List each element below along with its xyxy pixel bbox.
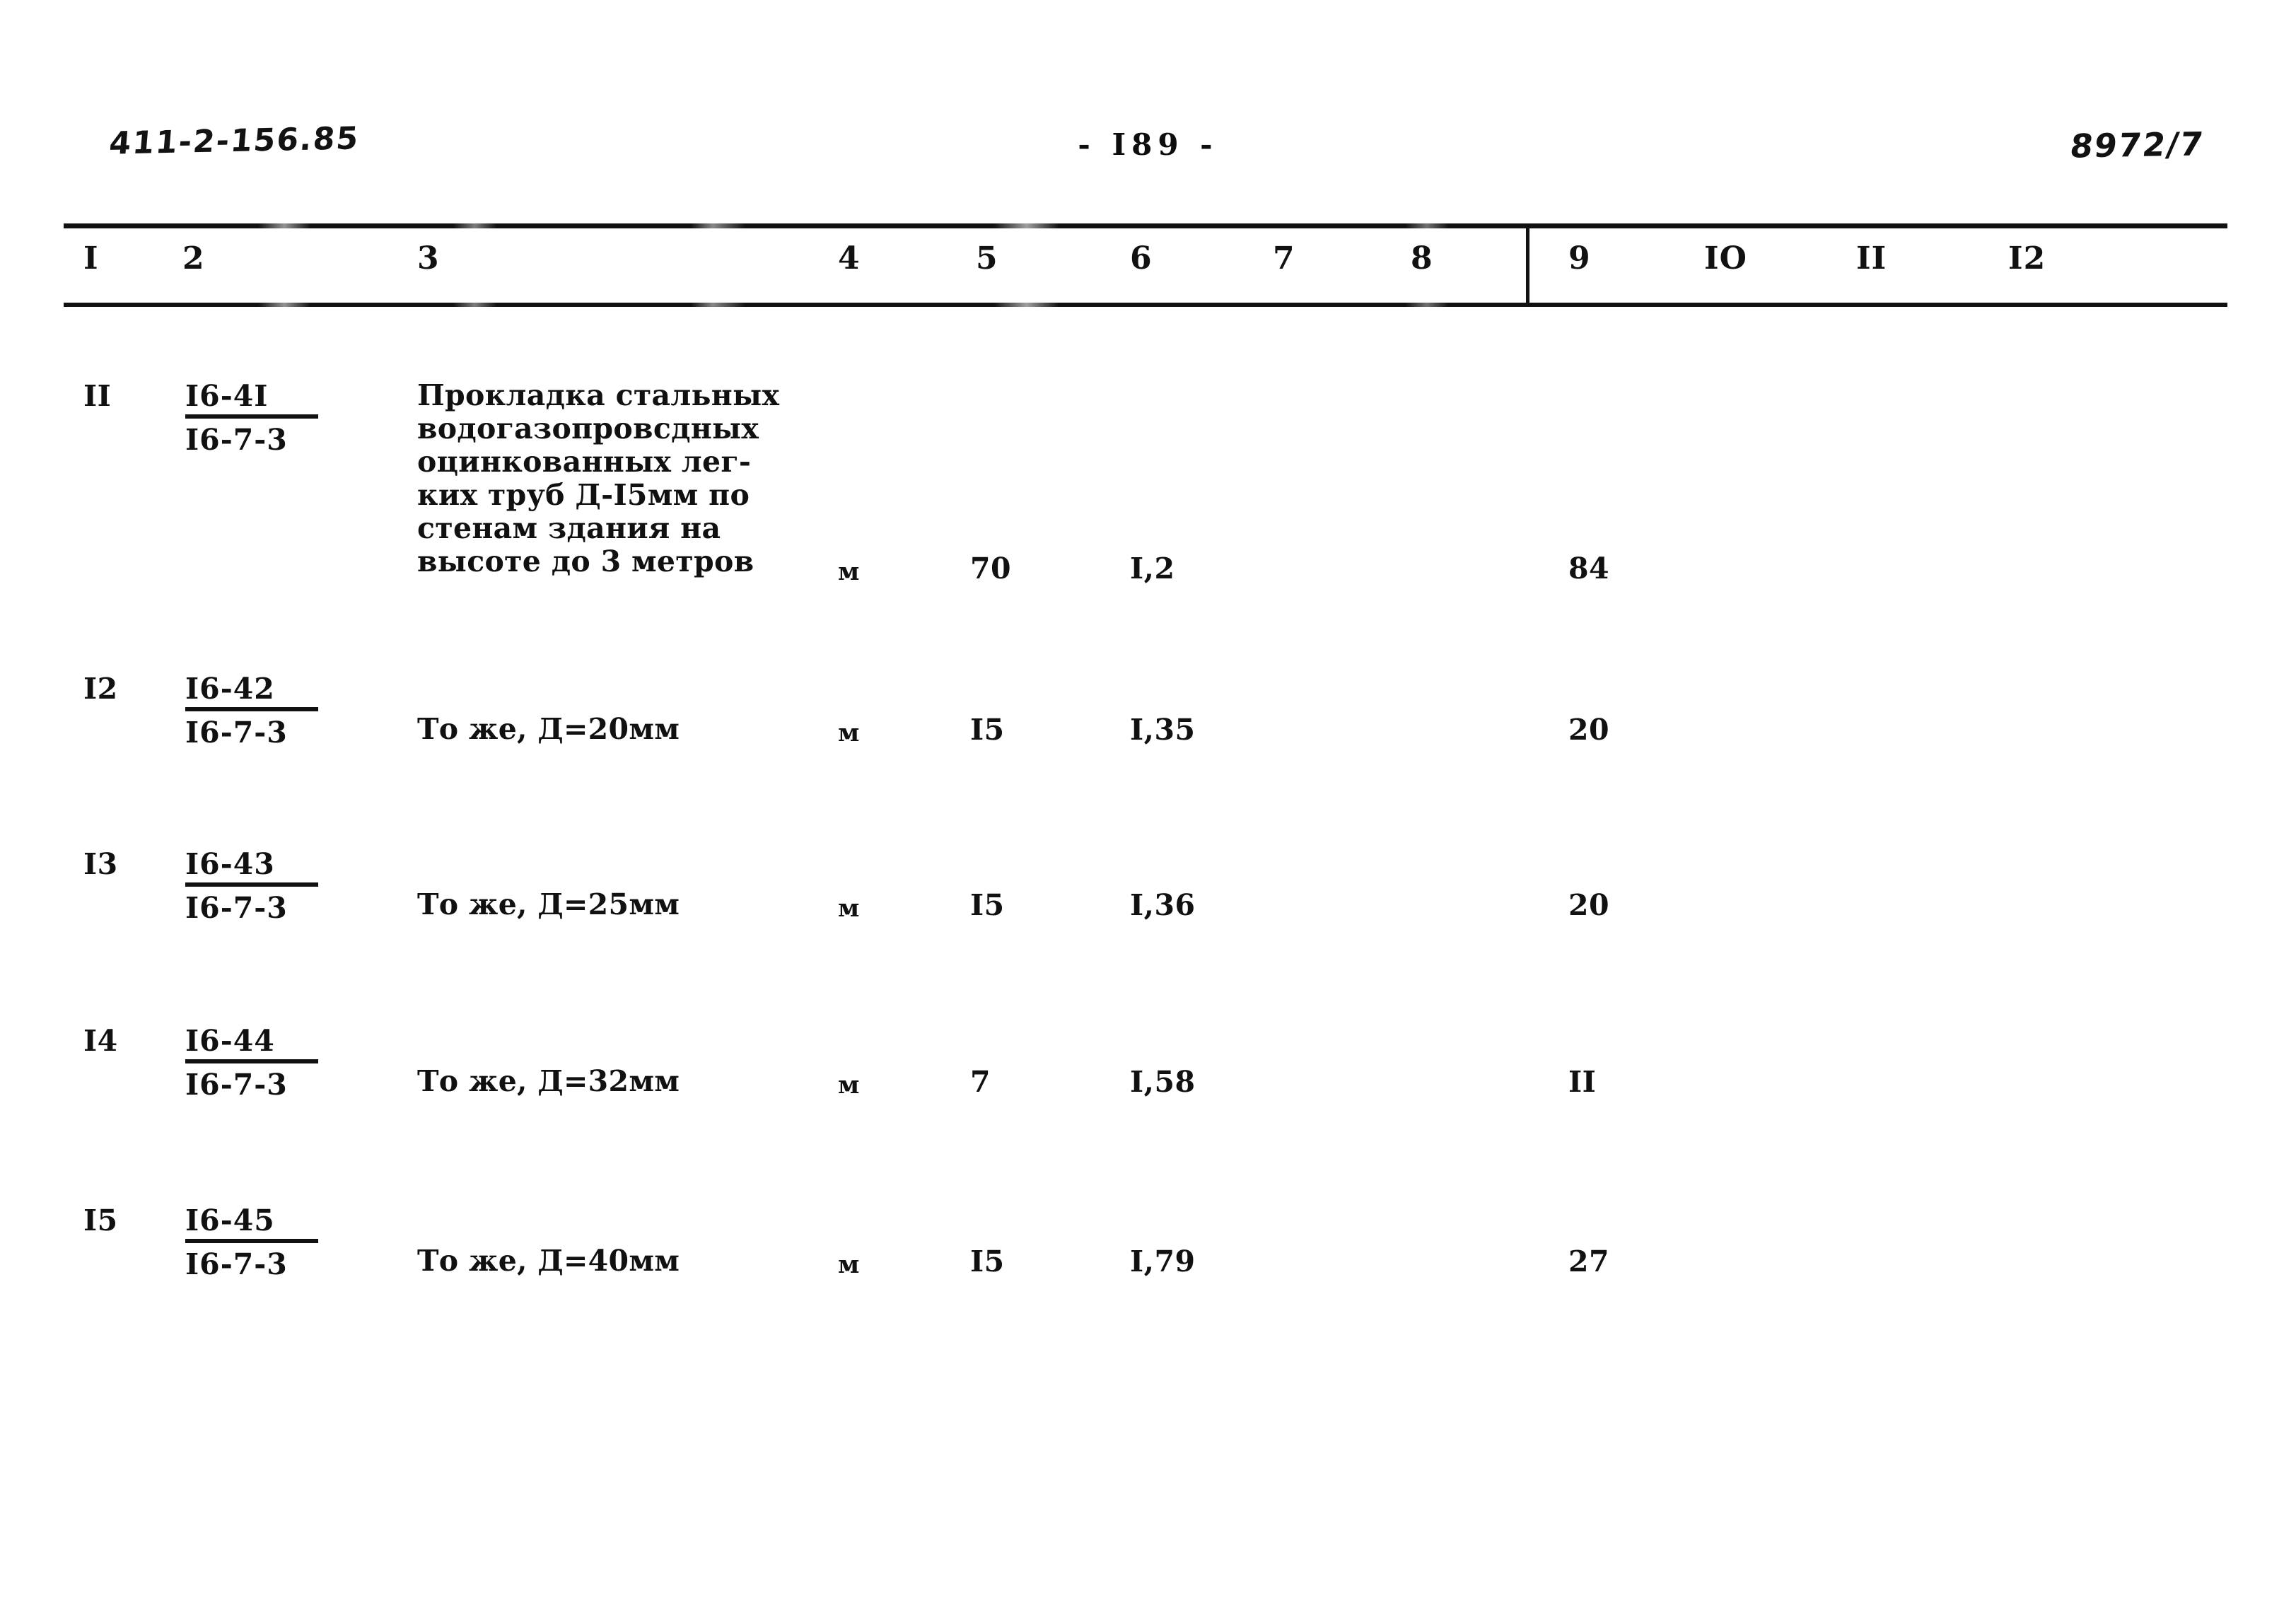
row-value-col9: 84 (1568, 552, 1610, 585)
row-number: I4 (83, 1024, 118, 1058)
row-unit: м (838, 557, 860, 586)
column-header-12: I2 (2008, 240, 2046, 276)
sheet-number-handwritten: 8972/7 (2068, 124, 2207, 165)
scanned-document-page: 411-2-156.85 - I89 - 8972/7 I 2 3 4 5 6 … (0, 0, 2296, 1603)
row-quantity: 70 (970, 552, 1012, 585)
row-value-col6: I,79 (1130, 1244, 1196, 1278)
row-number: II (83, 379, 112, 413)
page-number: - I89 - (1078, 127, 1218, 162)
column-header-10: IO (1704, 240, 1747, 276)
row-code-bottom: I6-7-3 (185, 891, 288, 925)
row-code-bottom: I6-7-3 (185, 423, 288, 457)
column-header-6: 6 (1130, 240, 1153, 276)
column-header-11: II (1856, 240, 1887, 276)
row-description: То же, Д=40мм (417, 1244, 680, 1278)
column-header-5: 5 (976, 240, 998, 276)
row-quantity: I5 (970, 713, 1005, 747)
row-value-col6: I,35 (1130, 713, 1196, 747)
row-code-top: I6-44 (185, 1024, 318, 1063)
row-code-top: I6-4I (185, 379, 318, 419)
row-number: I5 (83, 1203, 118, 1237)
row-code-top: I6-45 (185, 1203, 318, 1243)
row-code-bottom: I6-7-3 (185, 716, 288, 750)
table-rule-top (64, 223, 2227, 228)
row-unit: м (838, 894, 860, 923)
row-value-col6: I,2 (1130, 552, 1175, 585)
row-code: I6-4I I6-7-3 (185, 379, 318, 457)
row-number: I2 (83, 672, 118, 706)
row-description: То же, Д=25мм (417, 887, 680, 921)
row-quantity: I5 (970, 888, 1005, 922)
column-header-1: I (83, 240, 99, 276)
column-header-4: 4 (838, 240, 861, 276)
row-description: То же, Д=20мм (417, 712, 680, 746)
row-code-bottom: I6-7-3 (185, 1247, 288, 1281)
row-code-top: I6-43 (185, 847, 318, 887)
column-9-divider (1526, 223, 1529, 307)
column-header-8: 8 (1411, 240, 1433, 276)
row-code-top: I6-42 (185, 672, 318, 711)
row-description: Прокладка стальных водогазопровсдных оци… (417, 378, 780, 578)
document-header: 411-2-156.85 - I89 - 8972/7 (0, 113, 2296, 191)
row-value-col9: 27 (1568, 1244, 1610, 1278)
row-description: То же, Д=32мм (417, 1064, 680, 1098)
row-code: I6-45 I6-7-3 (185, 1203, 318, 1281)
column-header-3: 3 (417, 240, 440, 276)
column-header-7: 7 (1273, 240, 1295, 276)
column-header-2: 2 (182, 240, 205, 276)
row-value-col6: I,36 (1130, 888, 1196, 922)
row-unit: м (838, 1250, 860, 1279)
row-number: I3 (83, 847, 118, 881)
row-unit: м (838, 1071, 860, 1100)
row-value-col9: II (1568, 1065, 1597, 1099)
row-code: I6-43 I6-7-3 (185, 847, 318, 925)
row-value-col9: 20 (1568, 888, 1610, 922)
row-quantity: 7 (970, 1065, 991, 1099)
table-rule-bottom (64, 303, 2227, 307)
row-code-bottom: I6-7-3 (185, 1068, 288, 1102)
row-value-col9: 20 (1568, 713, 1610, 747)
column-header-9: 9 (1568, 240, 1591, 276)
row-unit: м (838, 718, 860, 747)
row-quantity: I5 (970, 1244, 1005, 1278)
row-code: I6-42 I6-7-3 (185, 672, 318, 750)
row-code: I6-44 I6-7-3 (185, 1024, 318, 1102)
row-value-col6: I,58 (1130, 1065, 1196, 1099)
